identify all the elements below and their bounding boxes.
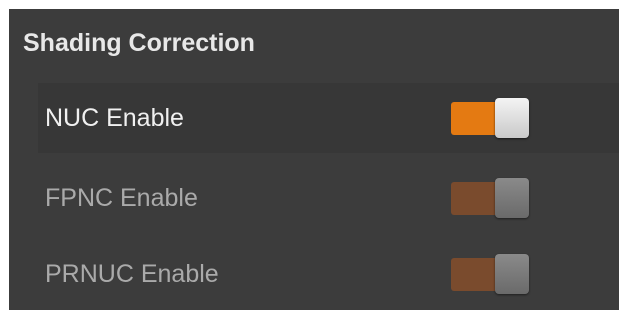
section-title: Shading Correction [23,28,255,57]
toggle-knob[interactable] [495,178,529,218]
row-nuc-enable: NUC Enable [38,83,619,153]
shading-correction-panel: Shading Correction NUC Enable FPNC Enabl… [9,9,619,310]
row-prnuc-enable: PRNUC Enable [38,239,619,309]
prnuc-enable-toggle[interactable] [451,254,529,294]
toggle-knob[interactable] [495,98,529,138]
toggle-track [451,102,501,135]
nuc-enable-toggle[interactable] [451,98,529,138]
prnuc-enable-label: PRNUC Enable [45,259,219,288]
toggle-track [451,182,501,215]
toggle-knob[interactable] [495,254,529,294]
toggle-track [451,258,501,291]
section-header[interactable]: Shading Correction [9,9,619,77]
fpnc-enable-label: FPNC Enable [45,183,198,212]
fpnc-enable-toggle[interactable] [451,178,529,218]
nuc-enable-label: NUC Enable [45,103,184,132]
row-fpnc-enable: FPNC Enable [38,163,619,233]
